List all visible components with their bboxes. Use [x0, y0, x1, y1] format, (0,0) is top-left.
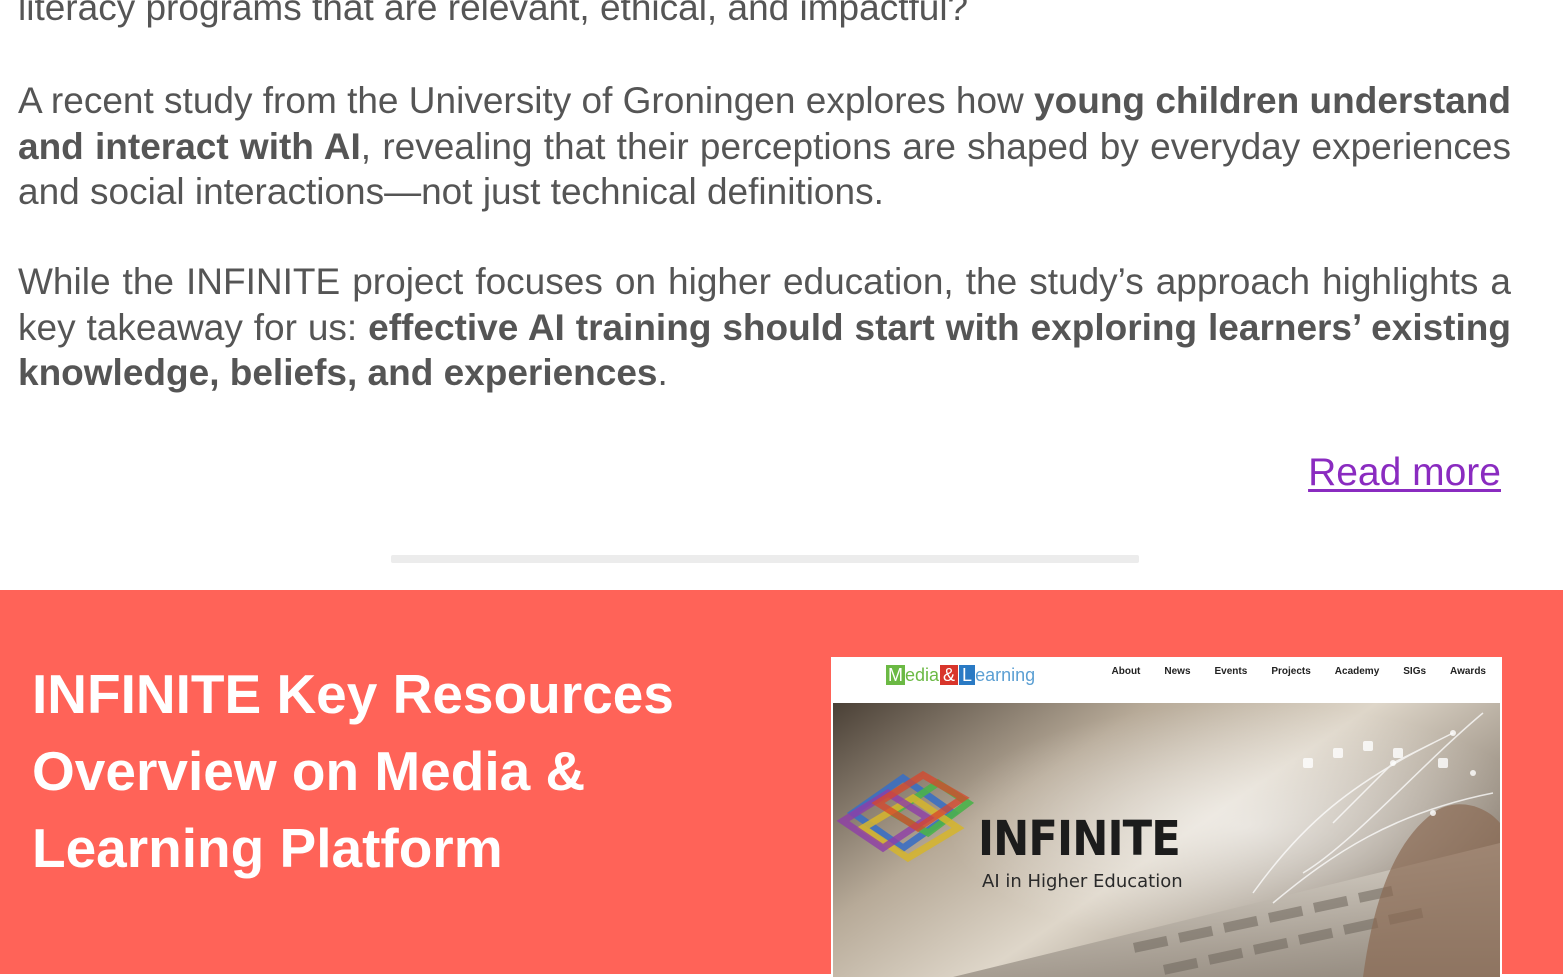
hero-subtitle: AI in Higher Education	[982, 871, 1183, 892]
menu-item-sigs: SIGs	[1403, 666, 1427, 677]
hero-title: INFINITE	[978, 811, 1181, 867]
media-learning-logo: Media & Learning	[886, 663, 1035, 687]
hero-banner: INFINITE AI in Higher Education	[833, 703, 1500, 977]
article-paragraph-takeaway: While the INFINITE project focuses on hi…	[18, 259, 1511, 396]
logo-word-media: edia	[905, 665, 940, 685]
menu-item-about: About	[1111, 666, 1141, 677]
logo-word-learning: earning	[975, 665, 1036, 685]
menu-item-projects: Projects	[1271, 666, 1311, 677]
resources-preview-image[interactable]: Media & Learning About News Events Project…	[831, 657, 1502, 977]
article-paragraph-intro: literacy programs that are relevant, eth…	[18, 0, 1511, 31]
logo-letter-l: L	[959, 665, 976, 685]
resources-section: INFINITE Key Resources Overview on Media…	[0, 590, 1563, 977]
paragraph-text: .	[657, 352, 668, 393]
paragraph-text: literacy programs that are relevant, eth…	[18, 0, 969, 28]
menu-item-academy: Academy	[1334, 666, 1380, 677]
logo-letter-m: M	[886, 665, 905, 685]
paragraph-text: A recent study from the University of Gr…	[18, 80, 1035, 121]
read-more-link[interactable]: Read more	[1308, 449, 1501, 497]
article-section: literacy programs that are relevant, eth…	[0, 0, 1563, 590]
logo-ampersand: &	[940, 665, 959, 685]
media-learning-navbar: Media & Learning About News Events Project…	[831, 657, 1502, 703]
menu-item-events: Events	[1214, 666, 1248, 677]
resources-title: INFINITE Key Resources Overview on Media…	[32, 663, 674, 879]
menu-item-awards: Awards	[1450, 666, 1486, 677]
media-learning-menu: About News Events Projects Academy SIGs …	[1112, 666, 1487, 678]
section-divider	[391, 555, 1139, 563]
article-paragraph-study: A recent study from the University of Gr…	[18, 78, 1511, 215]
menu-item-news: News	[1164, 666, 1191, 677]
